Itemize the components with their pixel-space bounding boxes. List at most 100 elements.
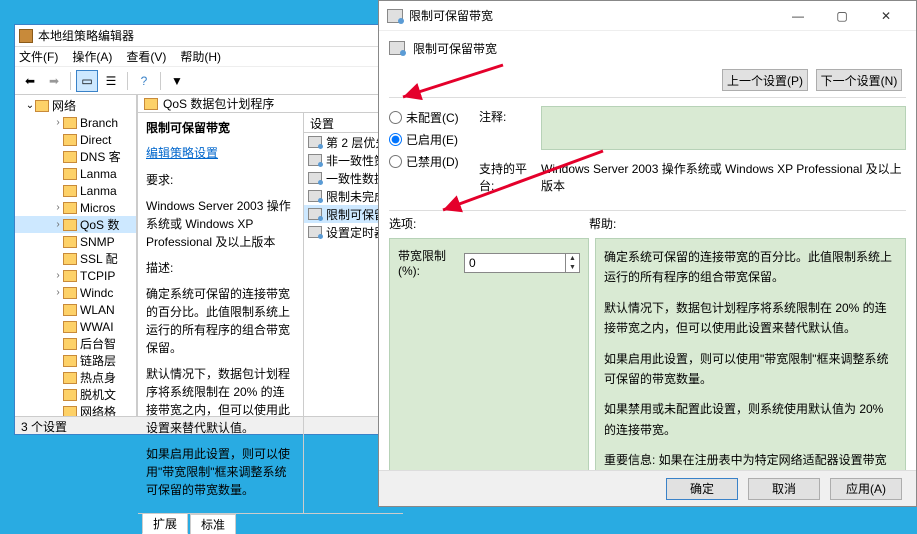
folder-icon xyxy=(63,185,77,197)
folder-icon xyxy=(63,134,77,146)
policy-dialog: 限制可保留带宽 — ▢ ✕ 限制可保留带宽 上一个设置(P) 下一个设置(N) … xyxy=(378,0,917,507)
ok-button[interactable]: 确定 xyxy=(666,478,738,500)
menu-file[interactable]: 文件(F) xyxy=(19,48,58,65)
bandwidth-input[interactable] xyxy=(465,254,565,272)
tree-item[interactable]: DNS 客 xyxy=(15,148,136,165)
req-text: Windows Server 2003 操作系统或 Windows XP Pro… xyxy=(146,197,295,251)
toolbar-separator xyxy=(70,72,71,90)
bandwidth-spinner[interactable]: ▲▼ xyxy=(464,253,580,273)
tree-item[interactable]: WWAI xyxy=(15,318,136,335)
tree-item-label: DNS 客 xyxy=(80,148,121,165)
tree-item[interactable]: SSL 配 xyxy=(15,250,136,267)
tree-item-qos[interactable]: ›QoS 数 xyxy=(15,216,136,233)
tb-help-icon[interactable]: ? xyxy=(133,70,155,92)
radio-input[interactable] xyxy=(389,155,402,168)
tree-item[interactable]: WLAN xyxy=(15,301,136,318)
policy-icon xyxy=(308,208,322,220)
gpedit-titlebar[interactable]: 本地组策略编辑器 xyxy=(15,25,403,47)
comment-box[interactable] xyxy=(541,106,906,150)
tree-item[interactable]: Direct xyxy=(15,131,136,148)
chevron-right-icon[interactable]: › xyxy=(53,287,63,298)
dialog-titlebar[interactable]: 限制可保留带宽 — ▢ ✕ xyxy=(379,1,916,31)
tree-item[interactable]: ›TCPIP xyxy=(15,267,136,284)
tree-item-label: 链路层 xyxy=(80,352,116,369)
menu-view[interactable]: 查看(V) xyxy=(126,48,166,65)
spinner-down-icon[interactable]: ▼ xyxy=(566,263,579,272)
tree-item[interactable]: Lanma xyxy=(15,182,136,199)
tree-item[interactable]: 后台智 xyxy=(15,335,136,352)
radio-enabled[interactable]: 已启用(E) xyxy=(389,128,479,150)
tree-panel[interactable]: ⌄网络 › Branch Direct DNS 客 Lanma Lanma › Mi… xyxy=(15,95,137,416)
chevron-right-icon[interactable]: › xyxy=(53,117,63,128)
spinner-up-icon[interactable]: ▲ xyxy=(566,254,579,263)
tb-filter-icon[interactable]: ▼ xyxy=(166,70,188,92)
gpedit-menubar: 文件(F) 操作(A) 查看(V) 帮助(H) xyxy=(15,47,403,67)
help-p3: 如果启用此设置，则可以使用"带宽限制"框来调整系统可保留的带宽数量。 xyxy=(604,349,897,390)
chevron-right-icon[interactable]: › xyxy=(53,270,63,281)
divider xyxy=(389,210,906,211)
gpedit-title: 本地组策略编辑器 xyxy=(38,27,134,44)
radio-input[interactable] xyxy=(389,111,402,124)
folder-icon xyxy=(35,100,49,112)
tab-standard[interactable]: 标准 xyxy=(190,514,236,534)
radio-label: 已禁用(D) xyxy=(406,153,459,170)
tree-root[interactable]: ⌄网络 xyxy=(15,97,136,114)
breadcrumb: QoS 数据包计划程序 xyxy=(138,95,403,113)
tb-fwd-icon[interactable]: ➡ xyxy=(43,70,65,92)
tree-item[interactable]: › Branch xyxy=(15,114,136,131)
platform-text: Windows Server 2003 操作系统或 Windows XP Pro… xyxy=(541,158,906,194)
gpedit-toolbar: ⬅ ➡ ▭ ☰ ? ▼ xyxy=(15,67,403,95)
policy-icon xyxy=(387,9,403,23)
help-p1: 确定系统可保留的连接带宽的百分比。此值限制系统上运行的所有程序的组合带宽保留。 xyxy=(604,247,897,288)
tree-item-label: Lanma xyxy=(80,167,117,181)
tree-item[interactable]: SNMP xyxy=(15,233,136,250)
menu-action[interactable]: 操作(A) xyxy=(72,48,112,65)
radio-disabled[interactable]: 已禁用(D) xyxy=(389,150,479,172)
tb-back-icon[interactable]: ⬅ xyxy=(19,70,41,92)
chevron-right-icon[interactable]: › xyxy=(53,219,63,230)
tree-item[interactable]: 网络格 xyxy=(15,403,136,416)
chevron-right-icon[interactable]: › xyxy=(53,202,63,213)
radio-notconfigured[interactable]: 未配置(C) xyxy=(389,106,479,128)
tb-detail-icon[interactable]: ▭ xyxy=(76,70,98,92)
folder-icon xyxy=(63,355,77,367)
tree-item[interactable]: 脱机文 xyxy=(15,386,136,403)
tree-item[interactable]: 链路层 xyxy=(15,352,136,369)
detail-panel: QoS 数据包计划程序 限制可保留带宽 编辑策略设置 要求: Windows S… xyxy=(137,95,403,416)
radio-label: 已启用(E) xyxy=(406,131,458,148)
folder-icon xyxy=(63,406,77,417)
options-pane: 带宽限制 (%): ▲▼ xyxy=(389,238,589,500)
divider xyxy=(389,97,906,98)
chevron-down-icon[interactable]: ⌄ xyxy=(25,100,35,111)
help-p4: 如果禁用或未配置此设置，则系统使用默认值为 20% 的连接带宽。 xyxy=(604,399,897,440)
menu-help[interactable]: 帮助(H) xyxy=(180,48,221,65)
next-setting-button[interactable]: 下一个设置(N) xyxy=(816,69,902,91)
dialog-footer: 确定 取消 应用(A) xyxy=(379,470,916,506)
close-icon[interactable]: ✕ xyxy=(864,2,908,30)
policy-title: 限制可保留带宽 xyxy=(146,119,295,136)
tree-item[interactable]: Lanma xyxy=(15,165,136,182)
apply-button[interactable]: 应用(A) xyxy=(830,478,902,500)
minimize-icon[interactable]: — xyxy=(776,2,820,30)
folder-icon xyxy=(63,372,77,384)
tb-list-icon[interactable]: ☰ xyxy=(100,70,122,92)
detail-tabs: 扩展 标准 xyxy=(138,513,403,533)
folder-icon xyxy=(63,270,77,282)
radio-input[interactable] xyxy=(389,133,402,146)
folder-icon xyxy=(63,219,77,231)
desc-p2: 默认情况下，数据包计划程序将系统限制在 20% 的连接带宽之内，但可以使用此设置… xyxy=(146,365,295,437)
maximize-icon[interactable]: ▢ xyxy=(820,2,864,30)
cancel-button[interactable]: 取消 xyxy=(748,478,820,500)
prev-setting-button[interactable]: 上一个设置(P) xyxy=(722,69,808,91)
help-p2: 默认情况下，数据包计划程序将系统限制在 20% 的连接带宽之内，但可以使用此设置… xyxy=(604,298,897,339)
tree-item[interactable]: 热点身 xyxy=(15,369,136,386)
tab-extended[interactable]: 扩展 xyxy=(142,513,188,534)
tree-item-label: Branch xyxy=(80,116,118,130)
edit-policy-link[interactable]: 编辑策略设置 xyxy=(146,144,218,161)
tree-item-label: 热点身 xyxy=(80,369,116,386)
nav-row: 上一个设置(P) 下一个设置(N) xyxy=(379,65,916,95)
tree-item[interactable]: › Micros xyxy=(15,199,136,216)
tree-item[interactable]: ›Windc xyxy=(15,284,136,301)
tree-item-label: Micros xyxy=(80,201,115,215)
tree-item-label: 网络格 xyxy=(80,403,116,416)
